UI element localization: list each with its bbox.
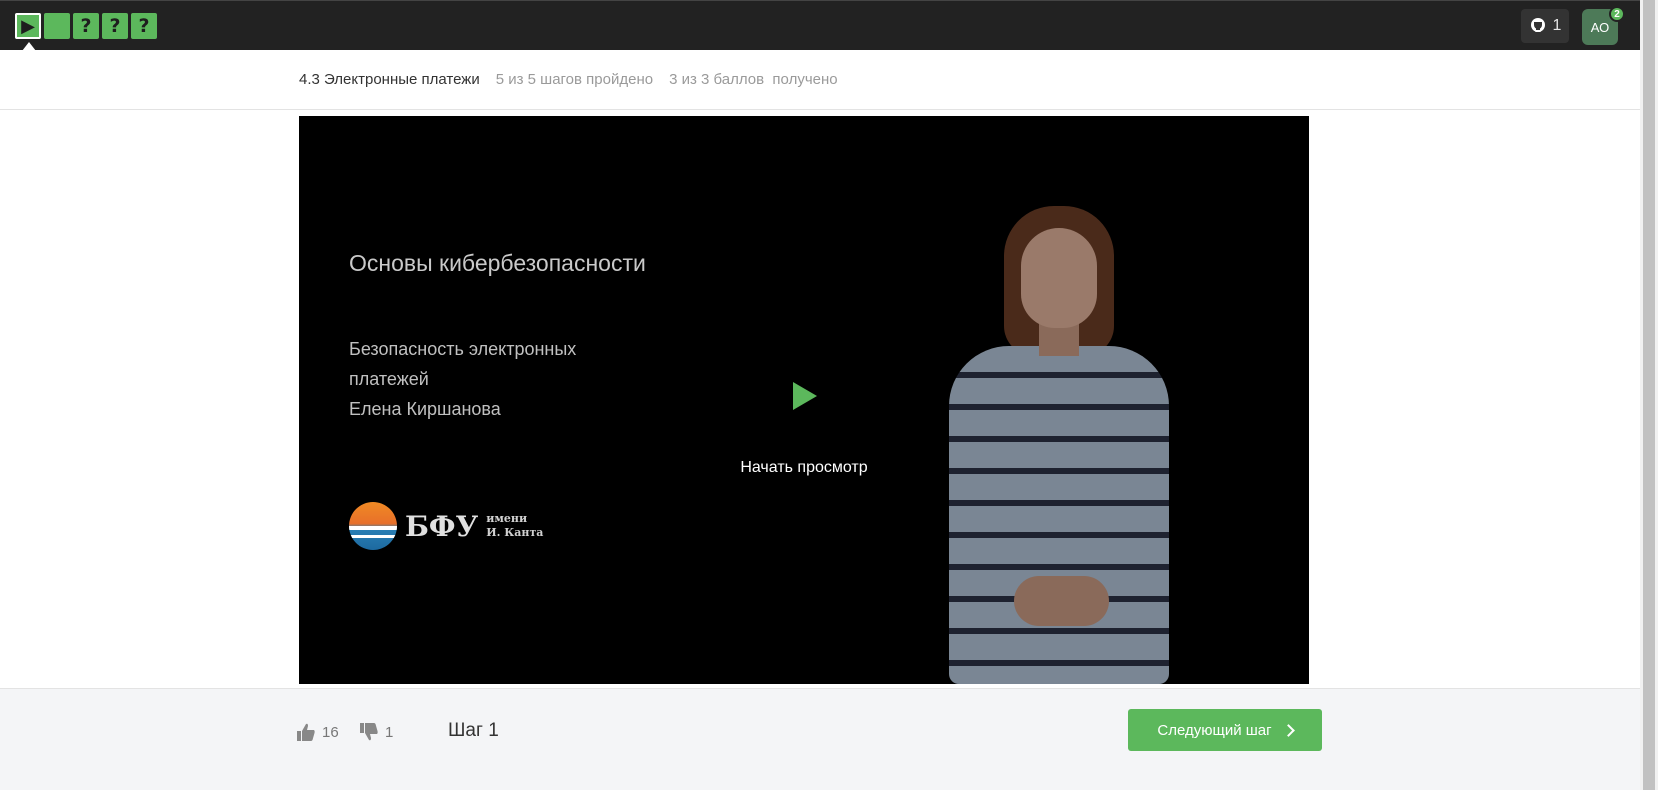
logo-caption-line2: И. Канта <box>486 526 544 539</box>
reward-counter[interactable]: 1 <box>1521 9 1569 43</box>
play-label[interactable]: Начать просмотр <box>719 459 889 477</box>
top-navigation-bar: ▶ ? ? ? 1 АО 2 <box>0 0 1640 51</box>
university-logo: БФУ имени И. Канта <box>349 502 543 550</box>
step-video[interactable]: ▶ <box>15 13 41 39</box>
video-slide-author: Елена Киршанова <box>349 399 501 419</box>
notification-badge[interactable]: 2 <box>1609 6 1625 22</box>
presenter-image <box>909 206 1209 684</box>
step-quiz-1[interactable]: ? <box>73 13 99 39</box>
trophy-icon <box>1530 18 1545 32</box>
step-quiz-3[interactable]: ? <box>131 13 157 39</box>
step-text[interactable] <box>44 13 70 39</box>
like-count: 16 <box>322 723 339 741</box>
dislike-count: 1 <box>385 723 394 741</box>
video-slide-topic: Безопасность электронных платежей <box>349 339 577 389</box>
avatar-initials: АО <box>1590 19 1610 35</box>
step-label: Шаг 1 <box>448 720 499 741</box>
video-player[interactable]: Основы кибербезопасности Безопасность эл… <box>299 116 1309 684</box>
logo-emblem-icon <box>349 502 397 550</box>
video-slide-title: Основы кибербезопасности <box>349 250 646 276</box>
next-step-label: Следующий шаг <box>1157 721 1272 739</box>
logo-text: БФУ <box>405 509 479 543</box>
thumbs-down-icon[interactable] <box>359 722 379 742</box>
play-icon[interactable] <box>793 382 817 410</box>
reward-count: 1 <box>1552 17 1562 34</box>
thumbs-up-icon[interactable] <box>296 722 316 742</box>
score-progress: 3 из 3 баллов получено <box>669 71 838 88</box>
chevron-right-icon <box>1281 723 1295 737</box>
step-footer: 16 1 Шаг 1 Следующий шаг <box>0 688 1640 790</box>
logo-caption: имени И. Канта <box>486 512 543 540</box>
lesson-title[interactable]: 4.3 Электронные платежи <box>299 71 480 88</box>
like-control[interactable]: 16 <box>296 722 339 742</box>
dislike-control[interactable]: 1 <box>359 722 393 742</box>
step-quiz-2[interactable]: ? <box>102 13 128 39</box>
next-step-button[interactable]: Следующий шаг <box>1128 709 1322 751</box>
video-slide-subtitle: Безопасность электронных платежей Елена … <box>349 334 649 424</box>
step-indicators: ▶ ? ? ? <box>15 13 157 39</box>
steps-progress: 5 из 5 шагов пройдено <box>495 71 654 88</box>
scrollbar-thumb[interactable] <box>1643 0 1655 790</box>
logo-caption-line1: имени <box>486 512 528 525</box>
lesson-header: 4.3 Электронные платежи 5 из 5 шагов про… <box>0 50 1640 110</box>
